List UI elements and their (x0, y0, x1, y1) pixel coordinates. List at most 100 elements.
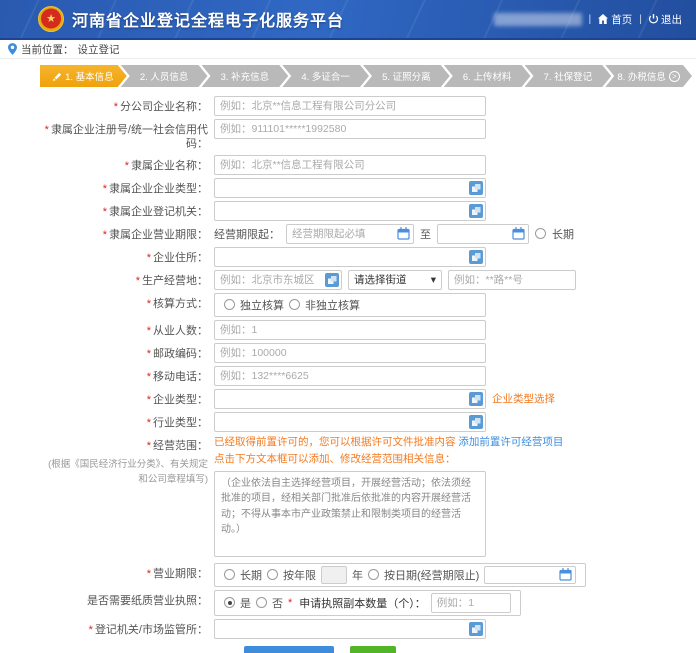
industry-type-input[interactable] (214, 412, 486, 432)
branch-name-input[interactable] (214, 96, 486, 116)
field-label: 营业期限： (153, 568, 208, 580)
home-label: 首页 (611, 12, 632, 27)
tab-personnel-info[interactable]: 2. 人员信息 (121, 65, 208, 87)
tab-tax-info[interactable]: 8. 办税信息 > (605, 65, 692, 87)
tab-multi-certificate[interactable]: 4. 多证合一 (282, 65, 369, 87)
parent-reg-authority-input[interactable] (214, 201, 486, 221)
radio-label: 非独立核算 (305, 297, 360, 313)
tab-social-security[interactable]: 7. 社保登记 (525, 65, 612, 87)
brand: ★ 河南省企业登记全程电子化服务平台 (38, 6, 344, 32)
power-icon (649, 14, 658, 24)
term-longterm-radio[interactable] (224, 569, 235, 580)
picker-icon[interactable] (469, 622, 483, 636)
independent-accounting-radio[interactable] (224, 299, 235, 310)
field-label: 企业住所： (153, 252, 208, 264)
tab-label: 6. 上传材料 (463, 69, 512, 83)
required-mark: * (103, 229, 107, 241)
required-mark: * (147, 252, 151, 264)
parent-type-input[interactable] (214, 178, 486, 198)
field-operation-place: *生产经营地： 请选择街道 ▾ (40, 270, 692, 290)
required-mark: * (147, 440, 151, 452)
picker-icon[interactable] (469, 392, 483, 406)
tab-label: 7. 社保登记 (544, 69, 593, 83)
non-independent-accounting-radio[interactable] (289, 299, 300, 310)
picker-icon[interactable] (469, 415, 483, 429)
field-parent-type: *隶属企业企业类型： (40, 178, 692, 198)
tab-basic-info[interactable]: 1. 基本信息 (40, 65, 127, 87)
required-mark: * (125, 160, 129, 172)
field-company-address: *企业住所： (40, 247, 692, 267)
picker-icon[interactable] (325, 273, 339, 287)
term-years-input[interactable] (321, 566, 347, 584)
pencil-icon (53, 72, 62, 81)
required-mark: * (136, 275, 140, 287)
scope-hint: 点击下方文本框可以添加、修改经营范围相关信息： (214, 452, 563, 467)
picker-icon[interactable] (469, 204, 483, 218)
picker-icon[interactable] (469, 181, 483, 195)
required-mark: * (147, 298, 151, 310)
term-start-date-input[interactable] (286, 224, 414, 244)
tab-license-separation[interactable]: 5. 证照分离 (363, 65, 450, 87)
add-licensed-items-link[interactable]: 添加前置许可经营项目 (458, 436, 563, 448)
home-icon (598, 14, 608, 24)
paper-license-yes-radio[interactable] (224, 597, 235, 608)
picker-icon[interactable] (469, 250, 483, 264)
field-industry-type: *行业类型： (40, 412, 692, 432)
tab-label: 2. 人员信息 (140, 69, 189, 83)
parent-name-input[interactable] (214, 155, 486, 175)
back-button[interactable]: 返回 (350, 646, 396, 653)
field-label: 登记机关/市场监管所： (95, 624, 208, 636)
save-next-button[interactable]: 保存并下一步 (244, 646, 334, 653)
mobile-phone-input[interactable] (214, 366, 486, 386)
national-emblem-logo: ★ (38, 6, 64, 32)
business-scope-textarea[interactable]: （企业依法自主选择经营项目，开展经营活动；依法须经批准的项目，经相关部门批准后依… (214, 471, 486, 557)
calendar-icon[interactable] (397, 227, 410, 240)
field-label: 隶属企业营业期限： (109, 229, 208, 241)
tab-supplementary-info[interactable]: 3. 补充信息 (202, 65, 289, 87)
tab-label: 1. 基本信息 (65, 69, 114, 83)
calendar-icon[interactable] (559, 568, 572, 581)
logout-label: 退出 (661, 12, 682, 27)
postal-code-input[interactable] (214, 343, 486, 363)
term-by-date-radio[interactable] (368, 569, 379, 580)
employee-count-input[interactable] (214, 320, 486, 340)
radio-label: 独立核算 (240, 297, 284, 313)
field-label: 从业人数： (153, 325, 208, 337)
home-link[interactable]: 首页 (598, 12, 632, 27)
radio-label: 长期 (240, 567, 262, 583)
company-type-select-link[interactable]: 企业类型选择 (492, 391, 555, 406)
registration-authority-input[interactable] (214, 619, 486, 639)
tab-upload-materials[interactable]: 6. 上传材料 (444, 65, 531, 87)
copies-label: 申请执照副本数量（个）： (299, 595, 426, 611)
street-select[interactable]: 请选择街道 ▾ (348, 270, 442, 290)
more-steps-icon[interactable]: > (669, 71, 680, 82)
term-by-years-radio[interactable] (267, 569, 278, 580)
operation-detail-input[interactable] (448, 270, 576, 290)
operation-district-input[interactable] (214, 270, 342, 290)
company-type-input[interactable] (214, 389, 486, 409)
field-label: 是否需要纸质营业执照： (87, 595, 208, 607)
tab-label: 3. 补充信息 (221, 69, 270, 83)
paper-license-no-radio[interactable] (256, 597, 267, 608)
company-address-input[interactable] (214, 247, 486, 267)
radio-label: 按年限 (283, 567, 316, 583)
to-label: 至 (420, 226, 431, 242)
required-mark: * (103, 206, 107, 218)
scope-notice: 已经取得前置许可的，您可以根据许可文件批准内容 添加前置许可经营项目 (214, 435, 563, 450)
parent-longterm-radio[interactable] (535, 228, 546, 239)
required-mark: * (147, 348, 151, 360)
logout-link[interactable]: 退出 (649, 12, 682, 27)
form-actions: 保存并下一步 返回 (40, 646, 600, 653)
breadcrumb: 当前位置： 设立登记 (0, 40, 696, 59)
year-unit-label: 年 (352, 567, 363, 583)
field-label: 邮政编码： (153, 348, 208, 360)
field-parent-name: *隶属企业名称： (40, 155, 692, 175)
divider: | (589, 13, 592, 25)
required-mark: * (147, 568, 151, 580)
required-mark: * (103, 183, 107, 195)
parent-credit-code-input[interactable] (214, 119, 486, 139)
required-mark: * (147, 394, 151, 406)
license-copies-input[interactable] (431, 593, 511, 613)
calendar-icon[interactable] (512, 227, 525, 240)
scope-sublabel: (根据《国民经济行业分类》、有关规定和公司章程填写) (40, 458, 208, 487)
